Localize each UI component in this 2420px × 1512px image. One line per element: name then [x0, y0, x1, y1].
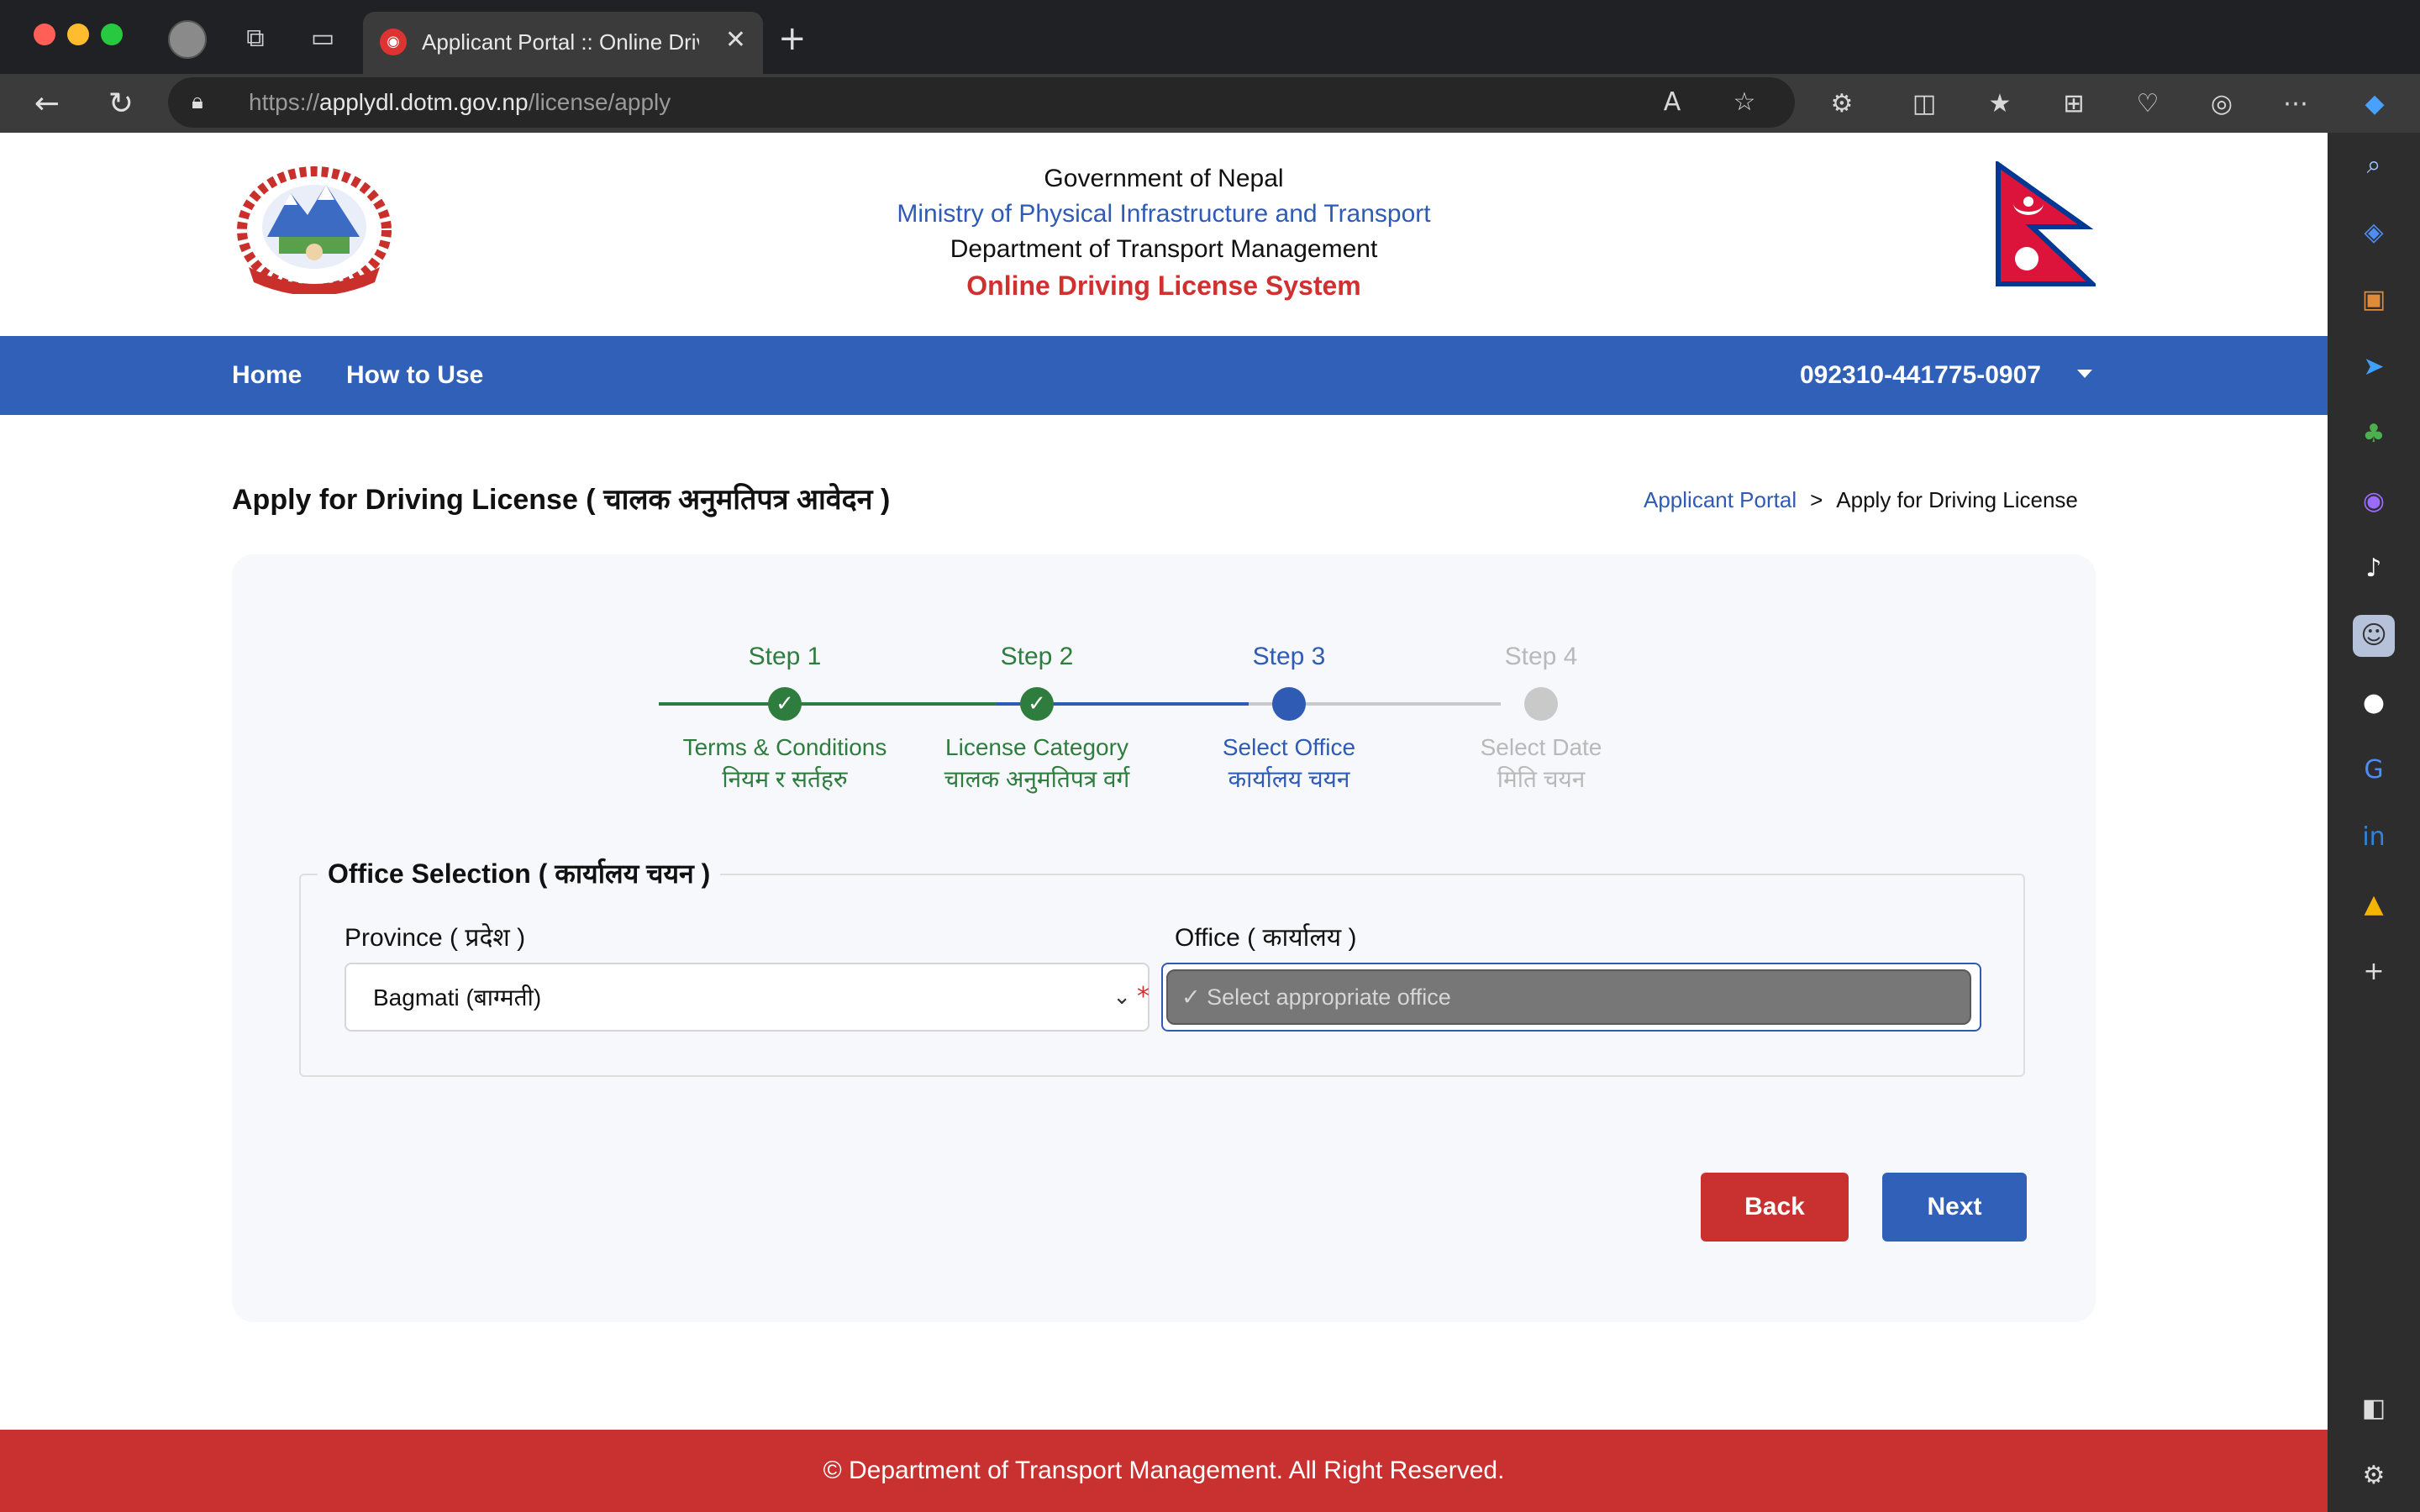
- tab-actions-icon[interactable]: ▭: [308, 24, 338, 54]
- lock-icon[interactable]: 🔒︎: [192, 89, 203, 115]
- nav-how-to-use[interactable]: How to Use: [346, 360, 483, 391]
- google-drive-icon[interactable]: ▲: [2353, 884, 2395, 926]
- office-selection-fieldset: Office Selection ( कार्यालय चयन ) Provin…: [299, 857, 2025, 1077]
- send-icon[interactable]: ➤: [2353, 346, 2395, 388]
- office-select[interactable]: ✓ Select appropriate office: [1161, 963, 1981, 1032]
- breadcrumb-applicant-portal[interactable]: Applicant Portal: [1644, 487, 1797, 512]
- step-4-dot-icon: [1524, 687, 1558, 721]
- search-icon[interactable]: ⌕: [2353, 144, 2395, 186]
- chevron-down-icon: ⌄: [1113, 984, 1131, 1010]
- step-3-label-np: कार्यालय चयन: [1228, 766, 1350, 792]
- step-4-label-np: मिति चयन: [1497, 766, 1586, 792]
- tab-title: Applicant Portal :: Online Driving Licen…: [422, 29, 699, 55]
- step-2-label: License Category: [945, 734, 1128, 760]
- favorite-star-icon[interactable]: ☆: [1728, 86, 1761, 119]
- add-sidebar-app-icon[interactable]: +: [2353, 951, 2395, 993]
- tab-applicant-portal[interactable]: ◉ Applicant Portal :: Online Driving Lic…: [363, 12, 763, 74]
- step-4-title: Step 4: [1504, 643, 1578, 670]
- translate-icon[interactable]: G: [2353, 749, 2395, 791]
- user-id-menu[interactable]: 092310-441775-0907: [1800, 360, 2041, 391]
- step-1-title: Step 1: [748, 643, 822, 670]
- tools-icon[interactable]: ▣: [2353, 279, 2395, 321]
- url-text[interactable]: https://applydl.dotm.gov.np/license/appl…: [249, 87, 671, 118]
- favicon-icon: ◉: [380, 29, 407, 55]
- tab-close-icon[interactable]: ✕: [725, 25, 746, 55]
- copilot-icon[interactable]: ◆: [2358, 87, 2391, 121]
- close-window-button[interactable]: [34, 24, 55, 45]
- maximize-window-button[interactable]: [101, 24, 123, 45]
- header-department: Department of Transport Management: [950, 235, 1378, 263]
- header-system-name: Online Driving License System: [966, 270, 1361, 301]
- messenger-icon[interactable]: ◉: [2353, 480, 2395, 522]
- step-1-label: Terms & Conditions: [682, 734, 887, 760]
- github-icon[interactable]: ●: [2353, 682, 2395, 724]
- step-3-title: Step 3: [1252, 643, 1326, 670]
- chevron-down-icon[interactable]: [2077, 370, 2092, 378]
- step-2-label-np: चालक अनुमतिपत्र वर्ग: [944, 766, 1130, 792]
- browser-tab-bar: ⧉ ▭ ◉ Applicant Portal :: Online Driving…: [0, 0, 2420, 74]
- workspaces-icon[interactable]: ⧉: [240, 24, 271, 54]
- office-option-placeholder[interactable]: ✓ Select appropriate office: [1181, 983, 1451, 1011]
- province-select[interactable]: Bagmati (बाग्मती) ⌄ *: [345, 963, 1150, 1032]
- hide-sidebar-icon[interactable]: ◧: [2353, 1388, 2395, 1430]
- back-button[interactable]: Back: [1701, 1173, 1849, 1242]
- read-aloud-icon[interactable]: A: [1655, 86, 1689, 119]
- stepper-line-complete-2: [911, 702, 997, 706]
- step-2-title: Step 2: [1000, 643, 1074, 670]
- nepal-flag-logo: [1996, 161, 2096, 286]
- browser-sidebar: ⌕ ◈ ▣ ➤ ♣ ◉ ♪ ☺ ● G in ▲ + ◧ ⚙: [2328, 133, 2420, 1512]
- office-dropdown-popup: ✓ Select appropriate office: [1166, 969, 1971, 1025]
- profile-avatar[interactable]: [168, 20, 207, 59]
- next-button[interactable]: Next: [1882, 1173, 2027, 1242]
- step-1-label-np: नियम र सर्तहरु: [722, 766, 848, 792]
- split-screen-icon[interactable]: ◫: [1907, 87, 1941, 121]
- address-bar[interactable]: 🔒︎ https://applydl.dotm.gov.np/license/a…: [168, 77, 1795, 128]
- header-government: Government of Nepal: [1044, 165, 1284, 192]
- province-label: Province ( प्रदेश ): [345, 924, 526, 952]
- linkedin-icon[interactable]: in: [2353, 816, 2395, 858]
- tree-icon[interactable]: ♣: [2353, 413, 2395, 455]
- collections-icon[interactable]: ⊞: [2057, 87, 2091, 121]
- settings-gear-icon[interactable]: ⚙: [2353, 1455, 2395, 1497]
- step-2-check-icon: ✓: [1020, 687, 1054, 721]
- breadcrumb-separator: >: [1810, 487, 1823, 512]
- more-options-icon[interactable]: ⋯: [2279, 87, 2312, 121]
- required-asterisk: *: [1137, 982, 1150, 1011]
- header-ministry: Ministry of Physical Infrastructure and …: [897, 200, 1431, 228]
- main-navbar: Home How to Use 092310-441775-0907: [0, 336, 2328, 415]
- address-toolbar: ← ↻ 🔒︎ https://applydl.dotm.gov.np/licen…: [0, 74, 2420, 133]
- step-3-label: Select Office: [1222, 734, 1356, 760]
- new-tab-icon[interactable]: +: [778, 20, 807, 57]
- office-selection-legend: Office Selection ( कार्यालय चयन ): [318, 857, 721, 890]
- province-value: Bagmati (बाग्मती): [373, 984, 542, 1011]
- performance-icon[interactable]: ◎: [2205, 87, 2238, 121]
- extensions-icon[interactable]: ⚙: [1825, 87, 1859, 121]
- page-title: Apply for Driving License ( चालक अनुमतिप…: [232, 484, 891, 516]
- shopping-tag-icon[interactable]: ◈: [2353, 212, 2395, 254]
- breadcrumb: Applicant Portal > Apply for Driving Licen…: [1644, 487, 2078, 513]
- tiktok-icon[interactable]: ♪: [2353, 548, 2395, 590]
- minimize-window-button[interactable]: [67, 24, 89, 45]
- breadcrumb-current: Apply for Driving License: [1836, 487, 2078, 512]
- step-4-label: Select Date: [1480, 734, 1602, 760]
- step-1-check-icon: ✓: [768, 687, 802, 721]
- page-footer: © Department of Transport Management. Al…: [0, 1430, 2328, 1512]
- back-arrow-icon[interactable]: ←: [30, 87, 64, 121]
- favorites-icon[interactable]: ★: [1983, 87, 2017, 121]
- browser-essentials-icon[interactable]: ♡: [2131, 87, 2165, 121]
- step-3-dot-icon: [1272, 687, 1306, 721]
- app-avatar-icon[interactable]: ☺: [2353, 615, 2395, 657]
- office-label: Office ( कार्यालय ): [1175, 924, 1357, 952]
- nav-home[interactable]: Home: [232, 360, 302, 391]
- web-page: Government of Nepal Ministry of Physical…: [0, 133, 2328, 1512]
- reload-icon[interactable]: ↻: [104, 87, 138, 121]
